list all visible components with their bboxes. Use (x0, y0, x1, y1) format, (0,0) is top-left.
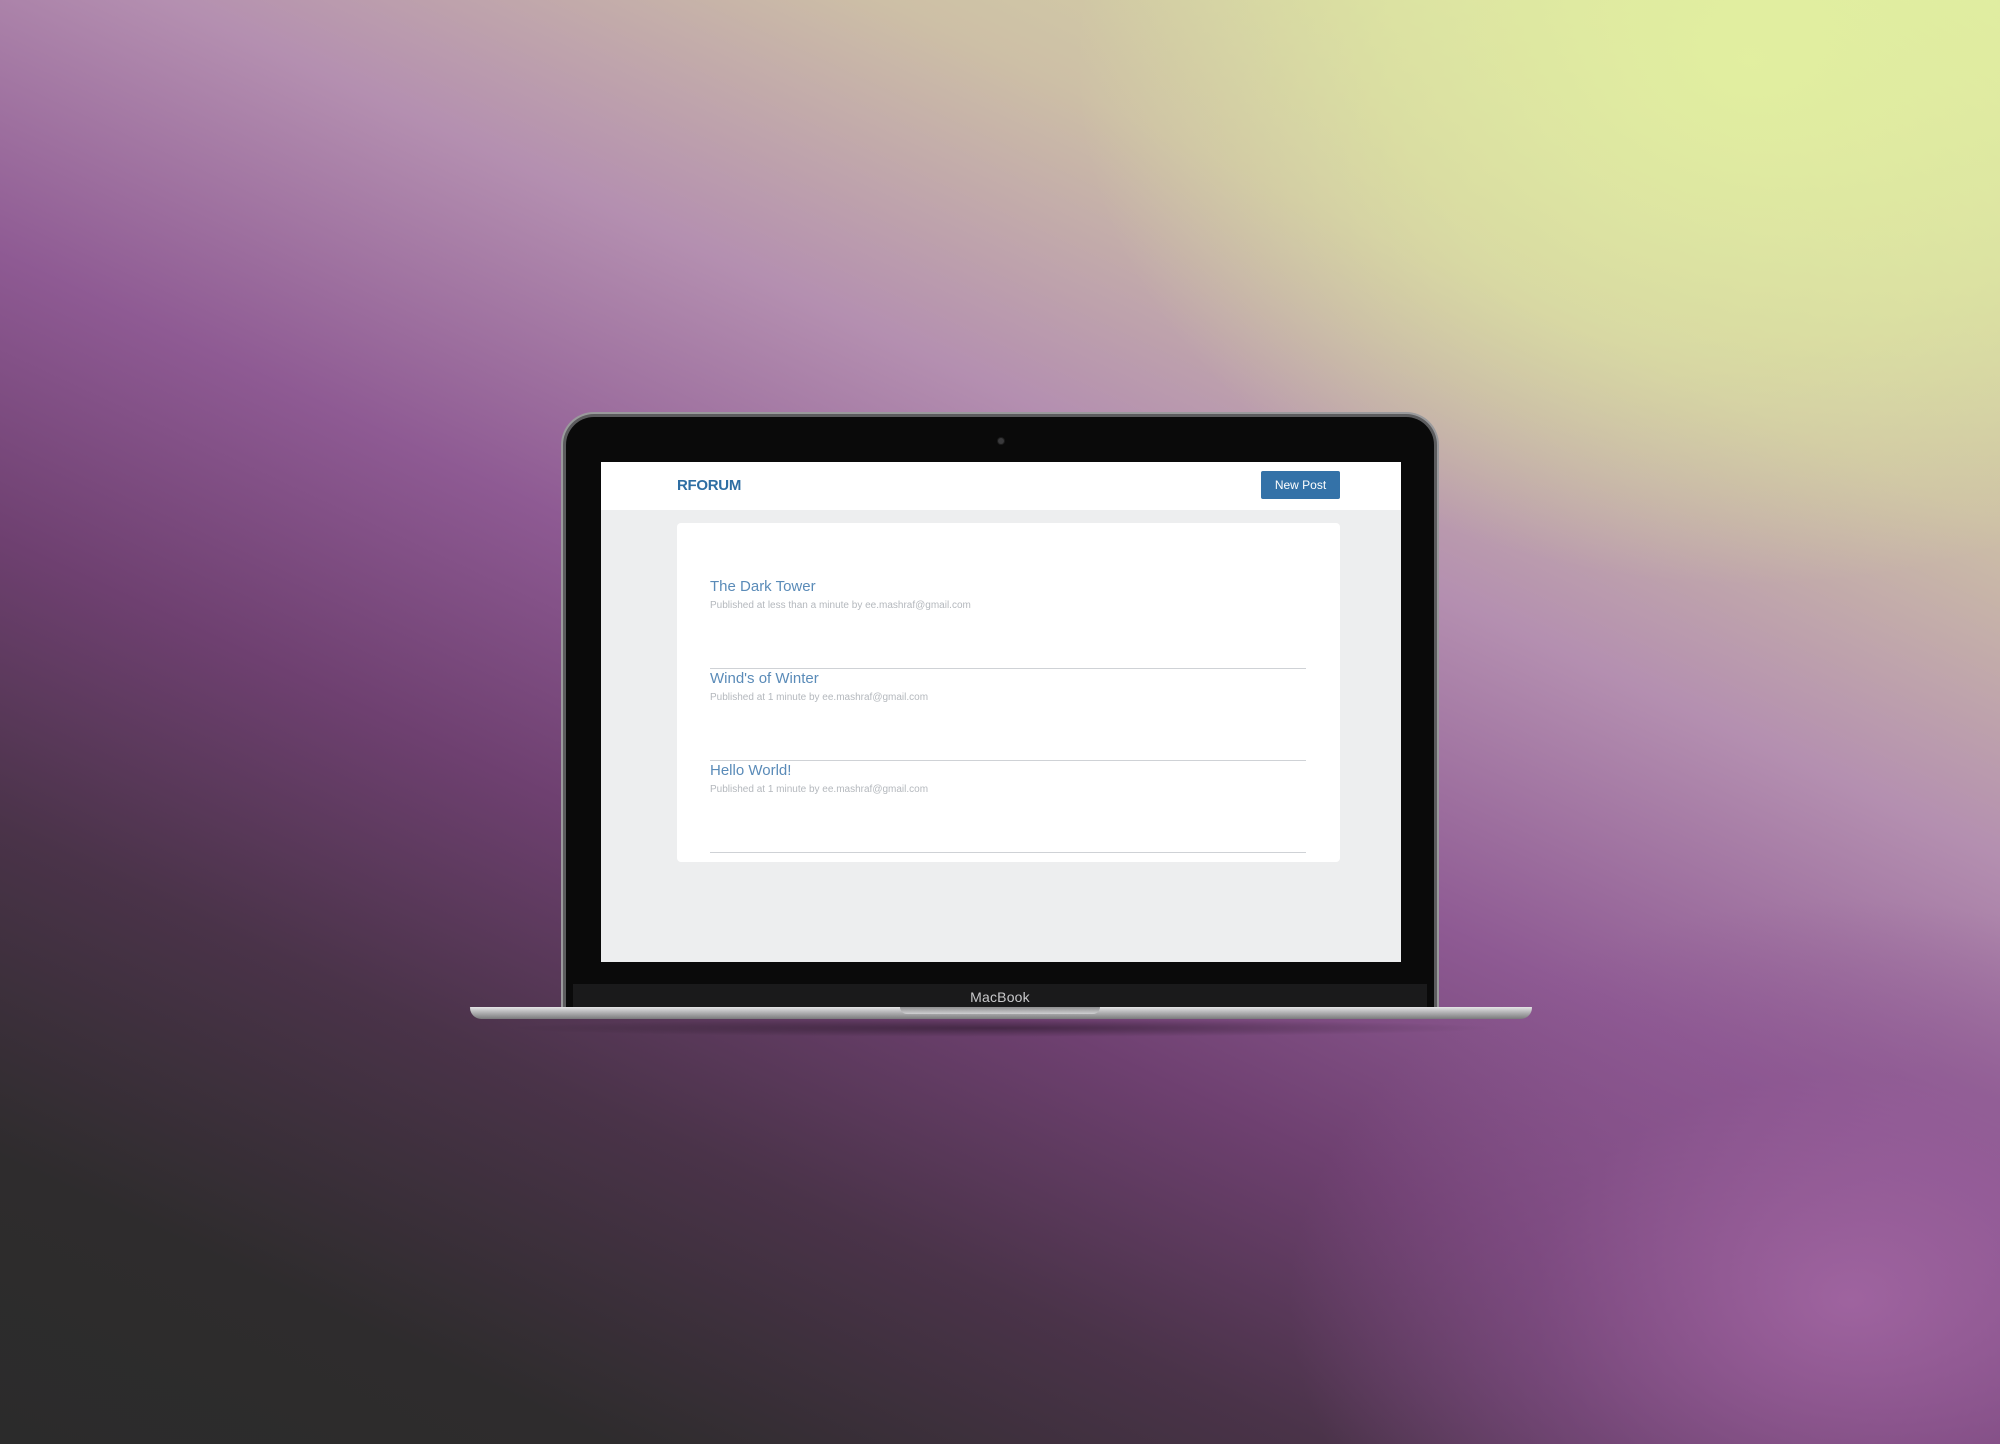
post-meta: Published at 1 minute by ee.mashraf@gmai… (710, 784, 929, 795)
laptop-shadow (500, 1019, 1500, 1037)
brand-logo[interactable]: RFORUM (677, 474, 741, 498)
post-meta: Published at 1 minute by ee.mashraf@gmai… (710, 692, 929, 703)
list-item: Wind's of Winter Published at 1 minute b… (710, 669, 1306, 761)
post-meta: Published at less than a minute by ee.ma… (710, 600, 971, 611)
browser-screen: RFORUM New Post The Dark Tower Published… (601, 462, 1401, 962)
post-title-link[interactable]: Hello World! (710, 761, 791, 781)
laptop-notch (900, 1007, 1100, 1014)
navbar: RFORUM New Post (601, 462, 1401, 510)
device-label: MacBook (970, 989, 1030, 1005)
post-title-link[interactable]: Wind's of Winter (710, 669, 819, 689)
post-list: The Dark Tower Published at less than a … (677, 523, 1340, 862)
list-item: The Dark Tower Published at less than a … (710, 577, 1306, 669)
list-item: Hello World! Published at 1 minute by ee… (710, 761, 1306, 853)
post-title-link[interactable]: The Dark Tower (710, 577, 816, 597)
camera-icon (998, 438, 1004, 444)
new-post-button[interactable]: New Post (1261, 471, 1340, 499)
